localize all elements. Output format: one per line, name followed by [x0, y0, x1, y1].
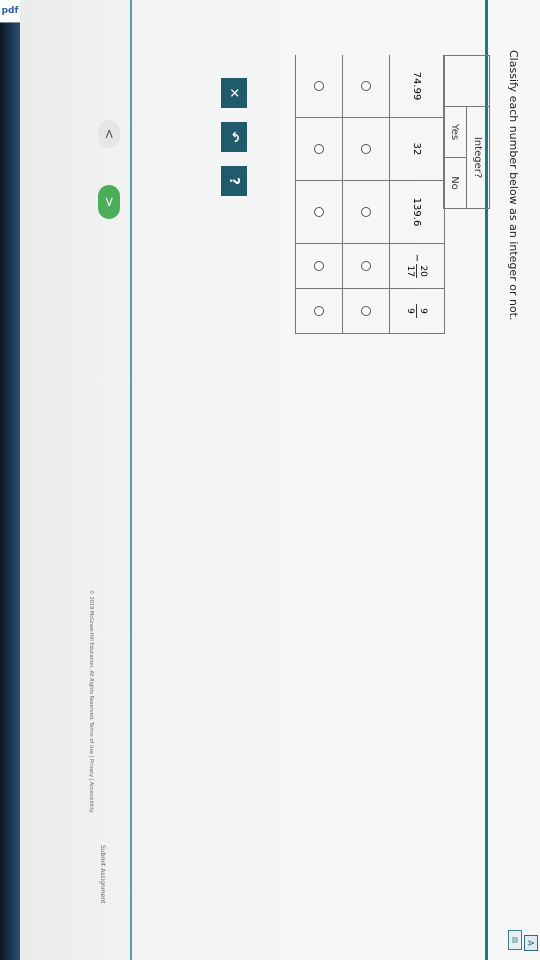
undo-icon: ↶ — [226, 131, 242, 143]
yes-radio[interactable] — [361, 207, 371, 217]
yes-cell — [342, 55, 389, 117]
fraction-denominator: 17 — [405, 265, 416, 277]
yes-radio[interactable] — [361, 261, 371, 271]
copyright-text: © 2019 McGraw-Hill Education. All Rights… — [88, 590, 94, 813]
fraction: 9 9 — [406, 304, 429, 318]
no-radio[interactable] — [314, 306, 324, 316]
table-row: 139.6 — [295, 181, 445, 244]
pdf-app-label: pdf — [1, 6, 19, 16]
no-radio[interactable] — [314, 81, 324, 91]
assignment-app: Classify each number below as an integer… — [20, 0, 540, 960]
no-cell — [296, 244, 342, 288]
no-radio[interactable] — [314, 207, 324, 217]
header-yes: Yes — [443, 106, 467, 158]
table-row: 32 — [295, 118, 445, 181]
fraction-denominator: 9 — [405, 308, 416, 314]
fraction-numerator: 20 — [418, 265, 429, 277]
fraction-bar — [416, 264, 418, 279]
table-row: 74.99 — [295, 55, 445, 118]
fraction-sign: − — [411, 253, 423, 263]
pdf-app-icon[interactable]: pdf — [0, 0, 20, 23]
footer-divider — [130, 0, 132, 960]
header-no: No — [443, 157, 467, 209]
yes-cell — [342, 118, 389, 180]
number-cell: 74.99 — [389, 55, 444, 117]
yes-cell — [342, 289, 389, 333]
header-integer: Integer? — [466, 106, 490, 209]
undo-button[interactable]: ↶ — [221, 122, 247, 152]
help-icon: ? — [226, 177, 242, 185]
tools-icon[interactable]: ▤ — [508, 930, 522, 950]
yes-radio[interactable] — [361, 144, 371, 154]
table-corner-cell — [443, 55, 490, 107]
number-cell: 139.6 — [389, 181, 444, 243]
fraction: 20 17 — [405, 264, 429, 279]
no-cell — [296, 289, 342, 333]
no-cell — [296, 55, 342, 117]
submit-assignment-link[interactable]: Submit Assignment — [99, 845, 106, 904]
yes-cell — [342, 244, 389, 288]
yes-cell — [342, 181, 389, 243]
no-cell — [296, 118, 342, 180]
chevron-left-icon: < — [101, 128, 117, 140]
yes-radio[interactable] — [361, 306, 371, 316]
help-button[interactable]: ? — [221, 166, 247, 196]
question-prompt: Classify each number below as an integer… — [507, 50, 520, 321]
number-cell: 32 — [389, 118, 444, 180]
number-value: 139.6 — [411, 197, 423, 227]
number-cell: 9 9 — [389, 289, 444, 333]
chevron-right-icon: > — [101, 196, 117, 208]
close-icon: ✕ — [226, 87, 242, 99]
table-row: 9 9 — [295, 289, 445, 334]
previous-button[interactable]: < — [98, 120, 120, 148]
number-value: 32 — [411, 142, 423, 156]
number-value: 74.99 — [411, 71, 423, 101]
no-radio[interactable] — [314, 261, 324, 271]
clear-button[interactable]: ✕ — [221, 78, 247, 108]
no-radio[interactable] — [314, 144, 324, 154]
answer-toolbar: ✕ ↶ ? — [221, 78, 247, 210]
number-cell: − 20 17 — [389, 244, 444, 288]
classification-table: Integer? Yes No — [443, 55, 490, 209]
yes-radio[interactable] — [361, 81, 371, 91]
expand-icon[interactable]: A — [524, 935, 538, 951]
fraction-numerator: 9 — [418, 308, 429, 314]
fraction-bar — [416, 304, 418, 318]
table-row: − 20 17 — [295, 244, 445, 289]
next-button[interactable]: > — [98, 185, 120, 219]
no-cell — [296, 181, 342, 243]
taskbar: pdf — [0, 0, 20, 960]
table-body: 74.99 32 139.6 − 20 17 9 9 — [295, 55, 445, 334]
